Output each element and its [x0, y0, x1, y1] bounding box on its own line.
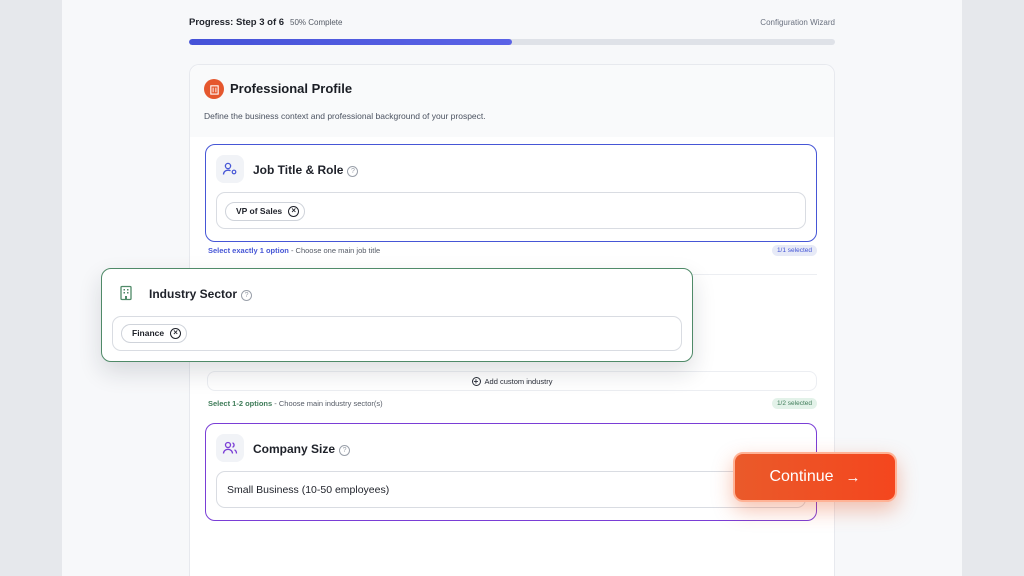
- company-size-heading-text: Company Size: [253, 442, 336, 456]
- industry-hint: Select 1-2 options - Choose main industr…: [208, 399, 383, 408]
- help-icon[interactable]: ?: [241, 290, 253, 301]
- industry-hint-rest: - Choose main industry sector(s): [272, 399, 383, 408]
- progress-bar: [189, 39, 835, 45]
- company-size-select[interactable]: Small Business (10-50 employees): [216, 471, 806, 508]
- add-custom-industry-label: Add custom industry: [484, 376, 553, 386]
- user-settings-icon: [216, 155, 244, 183]
- help-icon[interactable]: ?: [347, 166, 359, 177]
- job-title-chip-label: VP of Sales: [236, 206, 283, 216]
- wizard-label: Configuration Wizard: [760, 18, 835, 27]
- industry-hint-bold: Select 1-2 options: [208, 399, 273, 408]
- profile-description: Define the business context and professi…: [204, 111, 486, 121]
- remove-chip-icon[interactable]: ×: [288, 206, 300, 217]
- progress-bar-fill: [189, 39, 512, 45]
- continue-button[interactable]: Continue →: [733, 452, 897, 502]
- job-title-hint: Select exactly 1 option - Choose one mai…: [208, 246, 380, 255]
- profile-title: Professional Profile: [230, 81, 353, 96]
- company-size-section: Company Size? Small Business (10-50 empl…: [205, 423, 817, 521]
- job-title-heading-text: Job Title & Role: [253, 163, 344, 177]
- job-title-heading: Job Title & Role?: [253, 163, 359, 177]
- job-title-count-badge: 1/1 selected: [771, 245, 817, 256]
- company-size-heading: Company Size?: [253, 442, 351, 456]
- industry-sector-section: Industry Sector? Finance ×: [101, 268, 693, 362]
- industry-sector-input[interactable]: Finance ×: [112, 316, 682, 351]
- job-title-section: Job Title & Role? VP of Sales ×: [205, 144, 817, 242]
- profile-card-header: [190, 65, 834, 137]
- industry-chip-label: Finance: [132, 328, 165, 338]
- progress-header: Progress: Step 3 of 6 50% Complete Confi…: [189, 17, 835, 29]
- add-custom-industry-button[interactable]: + Add custom industry: [207, 371, 817, 391]
- remove-chip-icon[interactable]: ×: [170, 328, 182, 339]
- job-title-chip: VP of Sales ×: [225, 202, 306, 221]
- progress-percent-label: 50% Complete: [290, 18, 343, 27]
- job-title-hint-rest: - Choose one main job title: [288, 246, 381, 255]
- building-icon: [204, 79, 224, 99]
- progress-step-label: Progress: Step 3 of 6: [189, 17, 285, 28]
- industry-sector-heading: Industry Sector?: [149, 287, 253, 301]
- industry-chip: Finance ×: [121, 324, 188, 343]
- company-size-value: Small Business (10-50 employees): [227, 484, 390, 496]
- office-building-icon: [112, 279, 140, 307]
- plus-circle-icon: +: [471, 376, 481, 386]
- arrow-right-icon: →: [845, 468, 861, 486]
- users-icon: [216, 434, 244, 462]
- industry-sector-heading-text: Industry Sector: [149, 287, 238, 301]
- industry-count-badge: 1/2 selected: [771, 398, 817, 409]
- help-icon[interactable]: ?: [339, 445, 351, 456]
- continue-button-label: Continue: [769, 468, 834, 485]
- job-title-hint-bold: Select exactly 1 option: [208, 246, 289, 255]
- job-title-input[interactable]: VP of Sales ×: [216, 192, 806, 229]
